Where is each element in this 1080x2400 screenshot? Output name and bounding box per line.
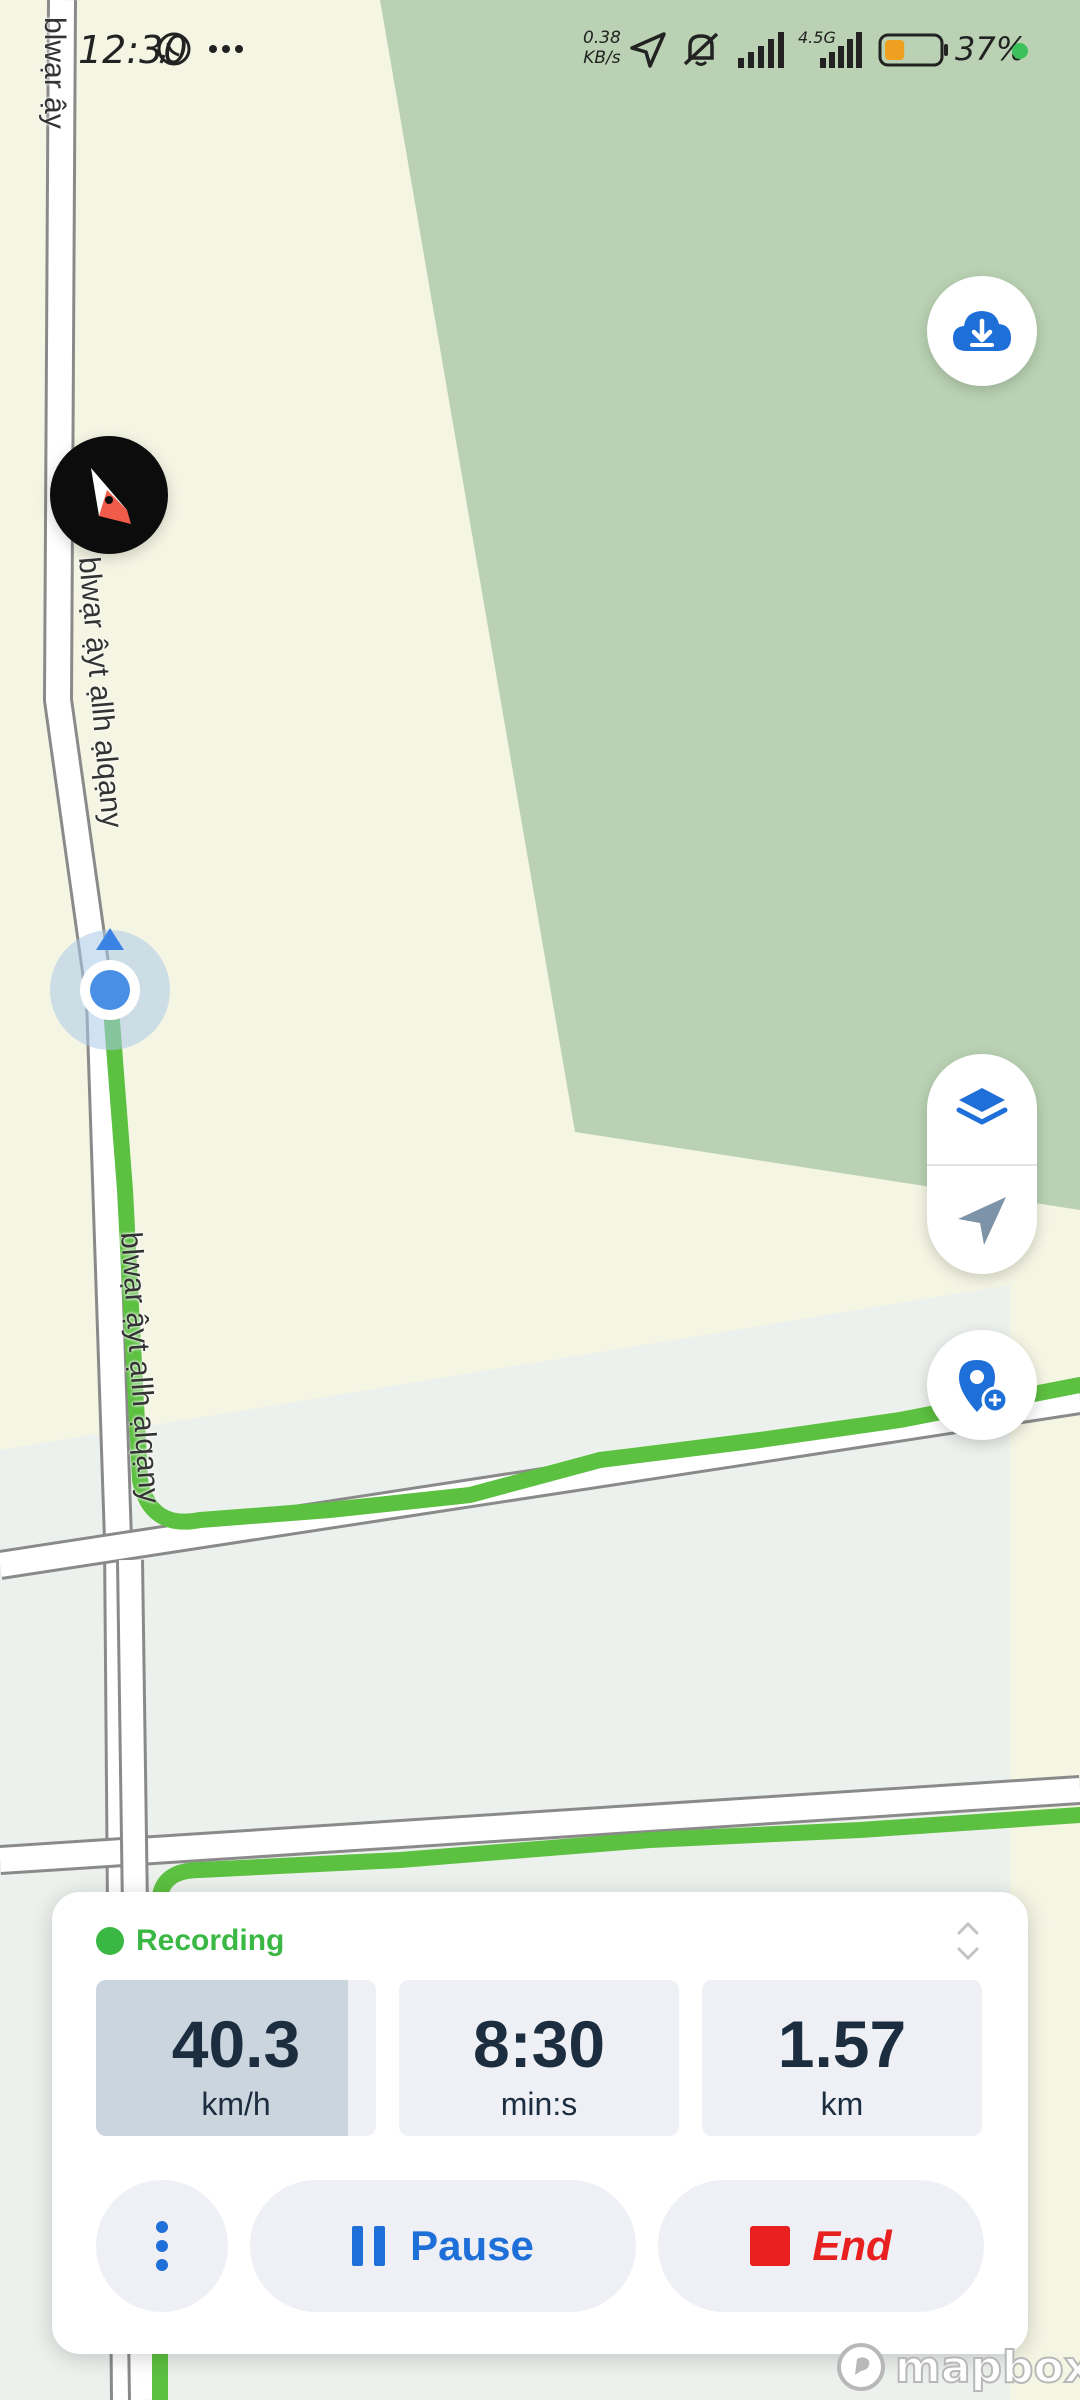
map-controls-group [927, 1054, 1037, 1274]
distance-stat-card: 1.57 km [702, 1980, 982, 2136]
offline-download-button[interactable] [927, 276, 1037, 386]
duration-value: 8:30 [472, 2007, 606, 2081]
end-label: End [812, 2222, 892, 2269]
recording-panel: Recording 40.3 km/h 8:30 min:s 1.57 km P… [52, 1892, 1028, 2354]
mute-bell-icon [683, 32, 719, 66]
vertical-dots-icon [156, 2221, 168, 2271]
mapbox-logo-icon [837, 2343, 885, 2391]
end-button[interactable]: End [658, 2180, 984, 2312]
mapbox-attribution[interactable]: mapbox [835, 2341, 1080, 2394]
speed-unit: km/h [201, 2086, 271, 2122]
recording-indicator-dot [96, 1927, 124, 1955]
signal-4g-icon [820, 32, 862, 68]
compass-icon [91, 468, 131, 524]
duration-unit: min:s [500, 2086, 578, 2122]
recording-status-label: Recording [136, 1924, 285, 1957]
recenter-button[interactable] [927, 1166, 1037, 1276]
pause-icon [352, 2226, 386, 2266]
more-dots-icon [209, 45, 243, 53]
pause-label: Pause [410, 2222, 534, 2269]
add-pin-icon [959, 1360, 1009, 1414]
battery-icon [878, 33, 948, 67]
layers-icon [956, 1088, 1008, 1125]
expand-collapse-icon[interactable] [950, 1916, 986, 1966]
network-speed-unit: KB/s [583, 48, 621, 68]
compass-button[interactable] [50, 436, 168, 554]
network-speed-value: 0.38 [583, 28, 621, 48]
location-arrow-icon [630, 32, 666, 68]
stop-icon [750, 2226, 791, 2266]
layers-button[interactable] [927, 1054, 1037, 1164]
speed-stat-card: 40.3 km/h [96, 1980, 376, 2136]
more-options-button[interactable] [96, 2180, 228, 2312]
duration-stat-card: 8:30 min:s [399, 1980, 679, 2136]
signal-icon [738, 32, 784, 68]
whatsapp-icon [157, 32, 191, 66]
navigation-arrow-icon [958, 1197, 1006, 1245]
add-waypoint-button[interactable] [927, 1330, 1037, 1440]
privacy-dot [1012, 43, 1028, 59]
status-bar: 12:30 0.38 KB/s 4.5G 37% [0, 0, 1080, 100]
cloud-download-icon [953, 311, 1011, 351]
distance-value: 1.57 [777, 2007, 907, 2081]
network-speed: 0.38 KB/s [583, 28, 621, 68]
distance-unit: km [820, 2086, 864, 2122]
speed-value: 40.3 [171, 2007, 301, 2081]
mapbox-logo-text: mapbox [894, 2341, 1080, 2394]
pause-button[interactable]: Pause [250, 2180, 636, 2312]
